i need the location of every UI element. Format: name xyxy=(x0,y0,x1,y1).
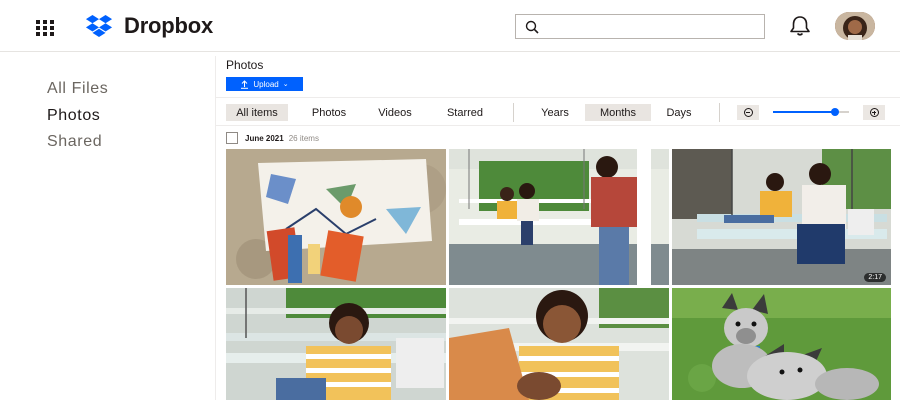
photo-toolbar: All items Photos Videos Starred Years Mo… xyxy=(216,97,900,126)
bell-icon xyxy=(790,16,810,36)
filter-starred[interactable]: Starred xyxy=(436,104,494,121)
zoom-slider-handle[interactable] xyxy=(830,108,839,116)
video-duration-badge: 2:17 xyxy=(864,273,886,282)
zoom-slider-fill xyxy=(773,111,835,113)
zoom-in-icon xyxy=(869,108,879,117)
app-grid-icon[interactable] xyxy=(36,20,54,36)
photo-thumbnail-2[interactable] xyxy=(449,149,669,285)
toolbar-divider xyxy=(719,103,720,122)
zoom-out-icon xyxy=(743,108,753,117)
chevron-down-icon: ⌄ xyxy=(282,81,289,88)
porch-swing-photo-image xyxy=(449,149,669,285)
search-bar[interactable] xyxy=(515,14,765,39)
boy-bench-photo-image xyxy=(226,288,446,400)
dropbox-logo[interactable]: Dropbox xyxy=(80,13,214,38)
photo-thumbnail-1[interactable] xyxy=(226,149,446,285)
top-bar: Dropbox xyxy=(0,0,900,52)
dogs-photo-image xyxy=(672,288,891,400)
user-photo-icon xyxy=(835,12,875,40)
filter-photos[interactable]: Photos xyxy=(304,104,354,121)
app-name: Dropbox xyxy=(124,13,214,38)
sidebar: All Files Photos Shared xyxy=(0,53,215,400)
dropbox-logo-icon xyxy=(85,15,113,37)
select-section-checkbox[interactable] xyxy=(226,132,238,144)
smiling-boy-photo-image xyxy=(449,288,669,400)
filter-videos[interactable]: Videos xyxy=(370,104,420,121)
upload-button[interactable]: Upload ⌄ xyxy=(226,77,303,91)
sidebar-item-all-files[interactable]: All Files xyxy=(47,80,108,98)
avatar[interactable] xyxy=(835,12,875,40)
photo-thumbnail-4[interactable] xyxy=(226,288,446,400)
video-thumbnail-3[interactable]: 2:17 xyxy=(672,149,891,285)
toolbar-divider xyxy=(513,103,514,122)
search-input[interactable] xyxy=(545,19,745,34)
section-date: June 2021 xyxy=(245,133,284,143)
view-days[interactable]: Days xyxy=(659,104,699,121)
sidebar-item-photos[interactable]: Photos xyxy=(47,107,100,125)
zoom-out-button[interactable] xyxy=(737,105,759,120)
view-months[interactable]: Months xyxy=(585,104,651,121)
page-title: Photos xyxy=(226,58,264,72)
section-header: June 2021 26 items xyxy=(226,132,319,144)
collage-photo-image xyxy=(226,149,446,285)
section-count: 26 items xyxy=(288,133,319,143)
upload-icon xyxy=(241,79,249,89)
zoom-in-button[interactable] xyxy=(863,105,885,120)
search-icon xyxy=(525,20,539,34)
filter-all-items[interactable]: All items xyxy=(226,104,288,121)
upload-label: Upload xyxy=(253,79,279,89)
view-years[interactable]: Years xyxy=(532,104,578,121)
zoom-slider[interactable] xyxy=(773,107,849,117)
sidebar-item-shared[interactable]: Shared xyxy=(47,133,102,151)
mother-son-swing-photo-image xyxy=(672,149,891,285)
photo-thumbnail-6[interactable] xyxy=(672,288,891,400)
notifications-button[interactable] xyxy=(788,15,812,37)
photo-thumbnail-5[interactable] xyxy=(449,288,669,400)
